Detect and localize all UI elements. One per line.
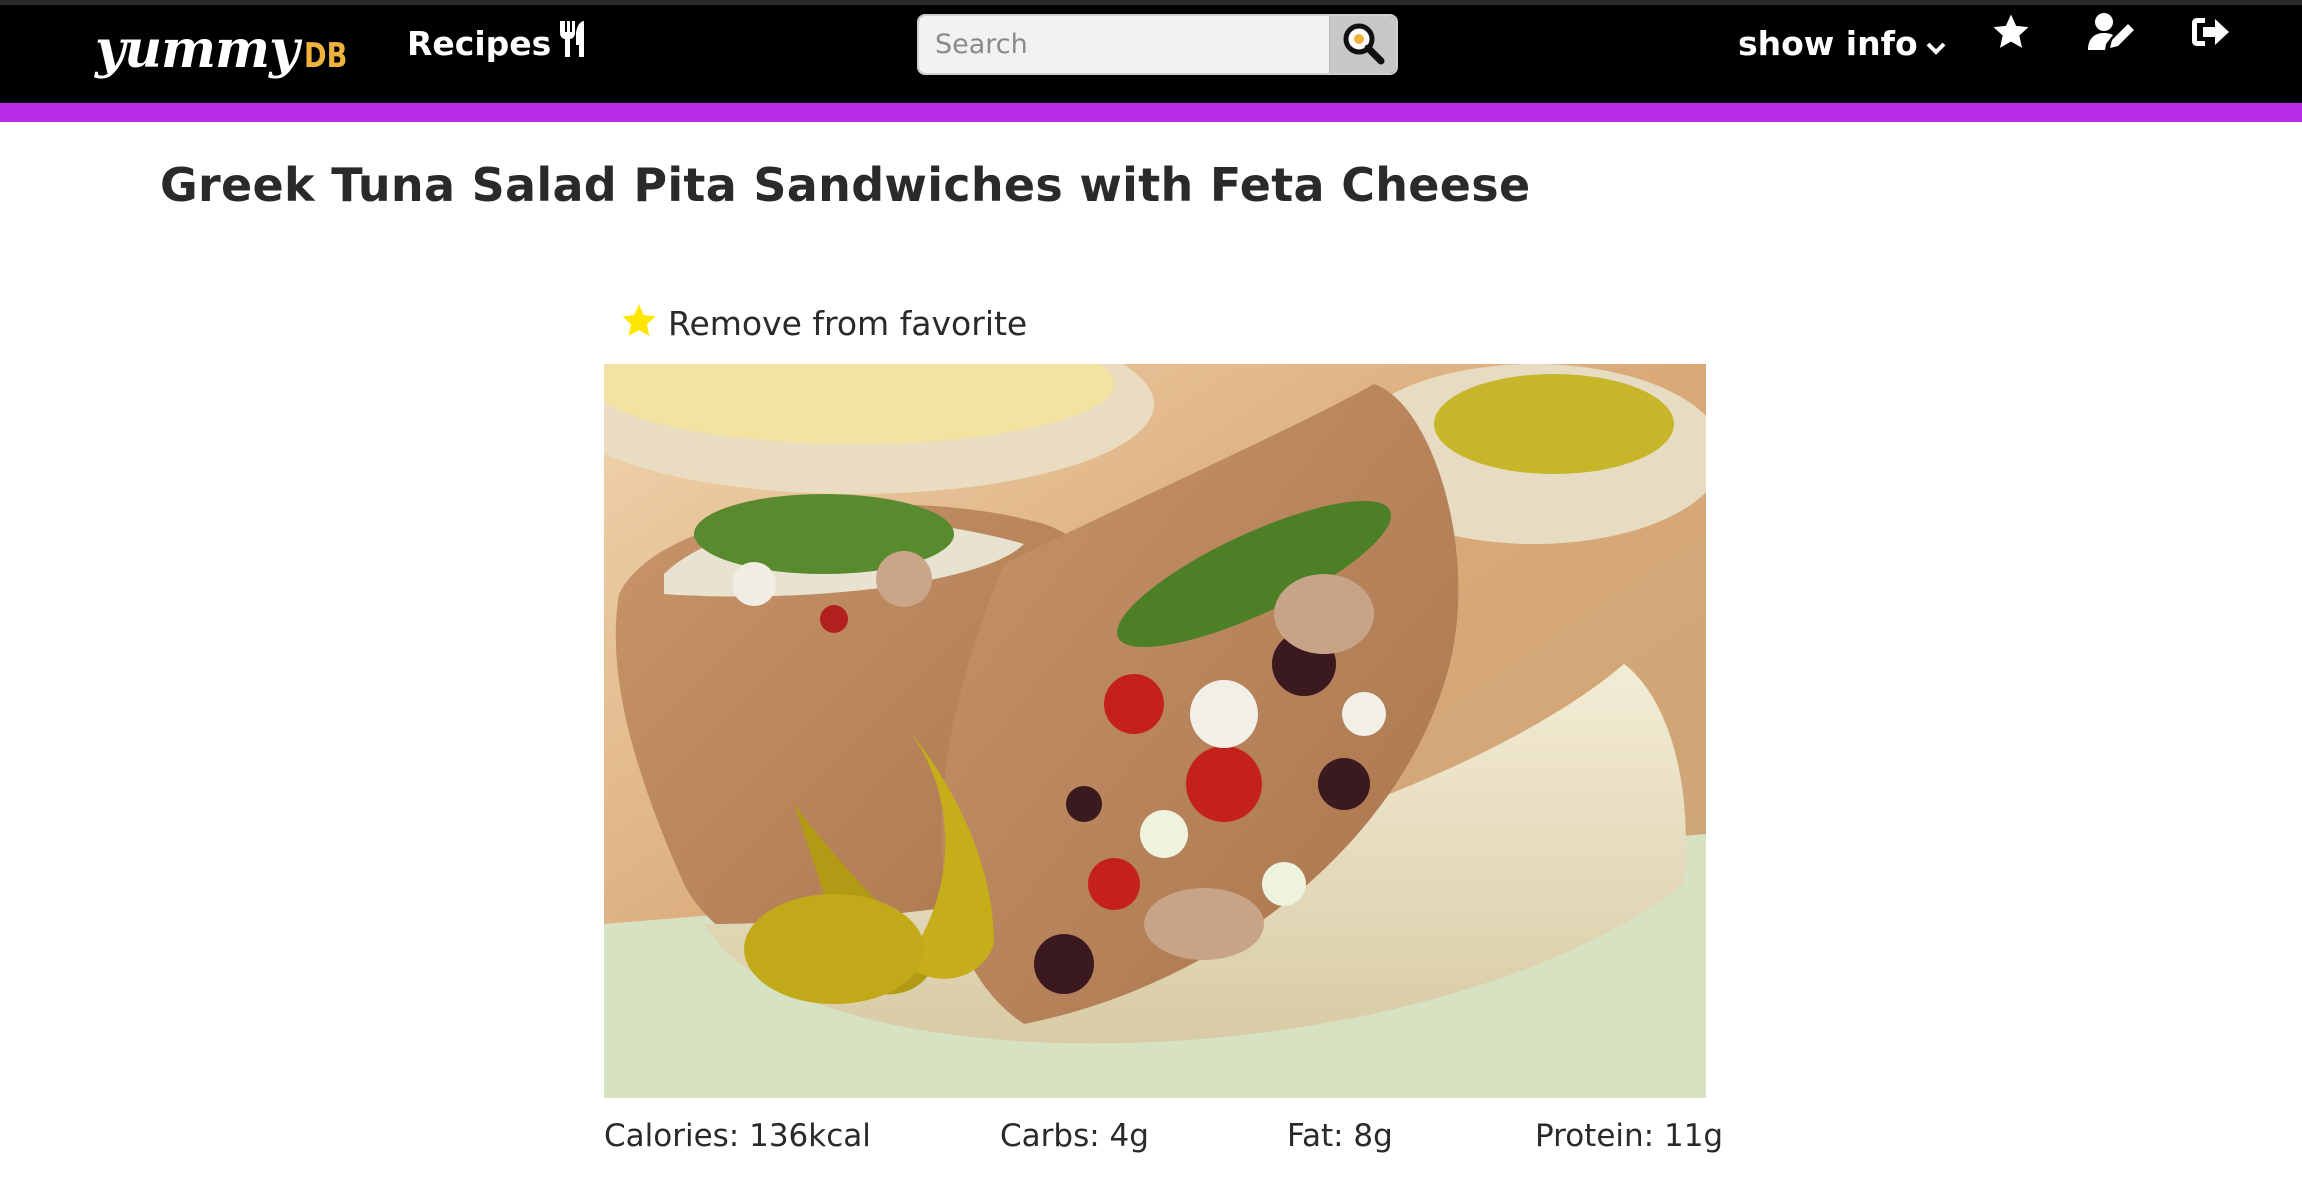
nutrition-fat: Fat: 8g [1287, 1118, 1393, 1154]
show-info-label: show info [1738, 23, 1918, 63]
search-bar [917, 14, 1398, 75]
star-icon [620, 302, 658, 344]
nutrition-calories: Calories: 136kcal [604, 1118, 871, 1154]
favorites-button[interactable] [1987, 10, 2035, 58]
nutrition-carbs: Carbs: 4g [1000, 1118, 1149, 1154]
magnifier-icon [1341, 21, 1385, 69]
nav-recipes-label: Recipes [407, 23, 552, 63]
nutrition-protein: Protein: 11g [1535, 1118, 1724, 1154]
edit-profile-button[interactable] [2088, 10, 2136, 58]
chevron-down-icon [1926, 24, 1946, 63]
fork-knife-icon [557, 19, 591, 67]
remove-favorite-button[interactable]: Remove from favorite [620, 302, 1027, 344]
recipe-title: Greek Tuna Salad Pita Sandwiches with Fe… [160, 158, 1531, 212]
user-edit-icon [2088, 12, 2136, 56]
logo-sub-text: DB [304, 36, 348, 76]
favorite-action-label: Remove from favorite [668, 303, 1028, 343]
brand-logo[interactable]: yummy DB [95, 19, 358, 89]
logo-main-text: yummy [95, 19, 299, 80]
recipe-photo [604, 364, 1706, 1098]
logout-button[interactable] [2187, 10, 2235, 58]
search-input[interactable] [919, 16, 1329, 73]
top-navigation-bar: yummy DB Recipes show info [0, 0, 2302, 103]
nav-recipes-link[interactable]: Recipes [407, 18, 591, 68]
accent-strip [0, 103, 2302, 122]
recipe-photo-illustration [604, 364, 1706, 1098]
show-info-dropdown[interactable]: show info [1738, 18, 1946, 68]
star-icon [1991, 12, 2031, 56]
sign-out-icon [2191, 14, 2231, 54]
search-button[interactable] [1329, 16, 1396, 73]
